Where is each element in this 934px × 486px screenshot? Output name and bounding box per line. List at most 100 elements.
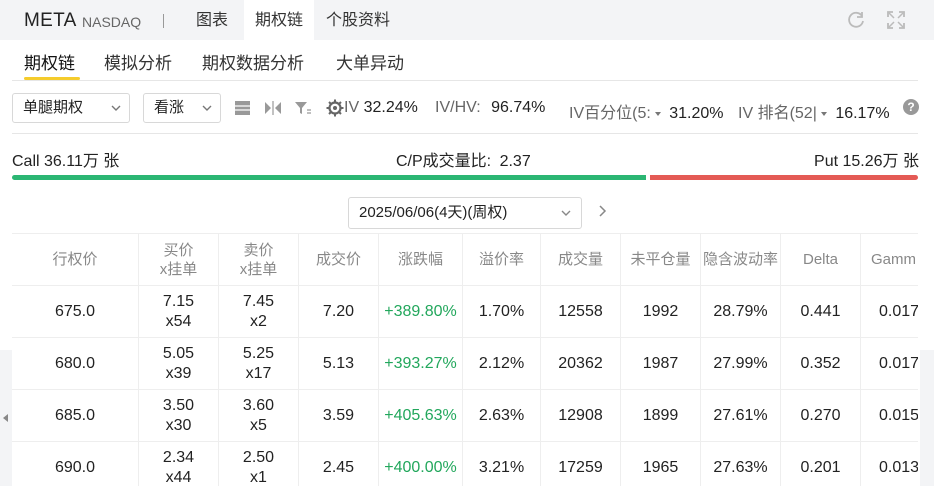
cell-strike: 685.0 [12,390,139,441]
cell-strike: 680.0 [12,338,139,389]
divider [163,14,164,28]
cell-bid: 7.15 x54 [139,286,219,337]
cell-bid-text: x54 [165,312,192,330]
subtab-simulation[interactable]: 模拟分析 [104,49,172,74]
cell-last-text: 2.45 [322,458,355,476]
cell-last-text: 7.20 [322,302,355,320]
tab-profile[interactable]: 个股资料 [326,0,390,40]
cell-volume: 20362 [541,338,621,389]
cell-delta: 0.352 [781,338,861,389]
cell-delta-text: 0.441 [800,302,841,320]
cell-ask-text: 7.45 [242,292,275,310]
header-oi[interactable]: 未平仓量 [621,234,701,285]
header-label: x挂单 [239,260,278,278]
compare-icon[interactable] [264,99,282,117]
header-change[interactable]: 涨跌幅 [379,234,463,285]
header-volume[interactable]: 成交量 [541,234,621,285]
call-put-summary: Call 36.11万 张 C/P成交量比: 2.37 Put 15.26万 张 [0,145,934,170]
call-volume: Call 36.11万 张 [12,153,120,170]
header-iv[interactable]: 隐含波动率 [701,234,781,285]
cell-premium: 3.21% [463,442,541,486]
cell-bid: 2.34 x44 [139,442,219,486]
iv-label: IV [344,99,360,116]
cell-last: 3.59 [299,390,379,441]
chevron-right-icon[interactable] [596,204,608,218]
iv-rank-label: IV 排名(52| [738,105,817,122]
header-premium[interactable]: 溢价率 [463,234,541,285]
cell-delta: 0.270 [781,390,861,441]
caret-down-icon [820,111,827,116]
cell-bid-text: x39 [165,364,192,382]
cell-premium: 2.12% [463,338,541,389]
cell-oi-text: 1992 [642,302,679,320]
header-label: 行权价 [52,251,98,268]
gear-icon[interactable] [326,99,344,117]
caret-down-icon [654,111,661,116]
cell-premium: 1.70% [463,286,541,337]
header-label: 成交价 [315,251,361,268]
cell-iv-text: 27.63% [713,458,768,476]
tab-option-chain[interactable]: 期权链 [244,0,314,40]
expiry-value: 2025/06/06(4天)(周权) [359,204,508,221]
table-row[interactable]: 675.0 7.15 x54 7.45 x2 7.20 +389.80% 1.70% 12558… [12,286,918,338]
cell-premium-text: 2.63% [478,406,525,424]
header-ask[interactable]: 卖价 x挂单 [219,234,299,285]
fullscreen-icon[interactable] [886,10,906,30]
table-row[interactable]: 685.0 3.50 x30 3.60 x5 3.59 +405.63% 2.63% 12908… [12,390,918,442]
header-last[interactable]: 成交价 [299,234,379,285]
cell-strike: 675.0 [12,286,139,337]
cell-last-text: 5.13 [322,354,355,372]
cell-change-text: +405.63% [384,406,457,424]
cell-oi-text: 1965 [642,458,679,476]
header-label: 涨跌幅 [397,251,443,268]
cell-gamma: 0.017 [861,338,918,389]
tab-chart[interactable]: 图表 [196,0,228,40]
chevron-down-icon [202,105,212,111]
header-label: x挂单 [159,260,198,278]
table-row[interactable]: 680.0 5.05 x39 5.25 x17 5.13 +393.27% 2.12% 2036… [12,338,918,390]
header-label: 卖价 [243,241,274,259]
iv-percentile-label: IV百分位(5: [569,105,651,122]
cell-change: +400.00% [379,442,463,486]
subtab-option-chain[interactable]: 期权链 [24,49,75,74]
cell-gamma-text: 0.015 [879,406,918,424]
cell-oi: 1992 [621,286,701,337]
iv-rank-metric[interactable]: IV 排名(52| 16.17% [738,99,890,123]
cell-volume-text: 20362 [558,354,603,372]
call-volume-bar [12,175,646,180]
table-icon[interactable] [234,99,252,117]
cell-strike-text: 690.0 [54,458,96,476]
cell-gamma: 0.013 [861,442,918,486]
scroll-gutter-right [920,350,934,486]
cell-change-text: +389.80% [384,302,457,320]
leg-type-select[interactable]: 单腿期权 [12,93,130,123]
cell-premium: 2.63% [463,390,541,441]
table-row[interactable]: 690.0 2.34 x44 2.50 x1 2.45 +400.00% 3.21% 17259… [12,442,918,486]
refresh-icon[interactable] [846,10,866,30]
header-bid[interactable]: 买价 x挂单 [139,234,219,285]
filter-icon[interactable] [294,99,312,117]
help-icon[interactable]: ? [903,99,919,115]
cell-oi: 1987 [621,338,701,389]
subtab-large-orders[interactable]: 大单异动 [336,49,404,74]
cell-delta: 0.201 [781,442,861,486]
ivhv-metric: IV/HV: 96.74% [435,99,545,117]
direction-value: 看涨 [154,99,185,116]
iv-rank-value: 16.17% [835,105,890,122]
exchange-label: NASDAQ [82,14,142,30]
cell-gamma: 0.015 [861,390,918,441]
main-panel: 期权链 模拟分析 期权数据分析 大单异动 单腿期权 看涨 IV 32.24% I… [0,40,934,486]
iv-percentile-metric[interactable]: IV百分位(5: 31.20% [569,99,724,123]
header-delta[interactable]: Delta [781,234,861,285]
cell-volume-text: 12558 [558,302,603,320]
put-volume: Put 15.26万 张 [814,153,919,170]
scroll-left-icon[interactable] [3,414,8,422]
direction-select[interactable]: 看涨 [143,93,221,123]
expiry-select[interactable]: 2025/06/06(4天)(周权) [348,197,582,229]
cell-gamma-text: 0.017 [879,354,918,372]
header-gamma[interactable]: Gamm [861,234,918,285]
cell-gamma-text: 0.017 [879,302,918,320]
subtab-option-analysis[interactable]: 期权数据分析 [202,49,304,74]
header-strike[interactable]: 行权价 [12,234,139,285]
cell-bid: 5.05 x39 [139,338,219,389]
